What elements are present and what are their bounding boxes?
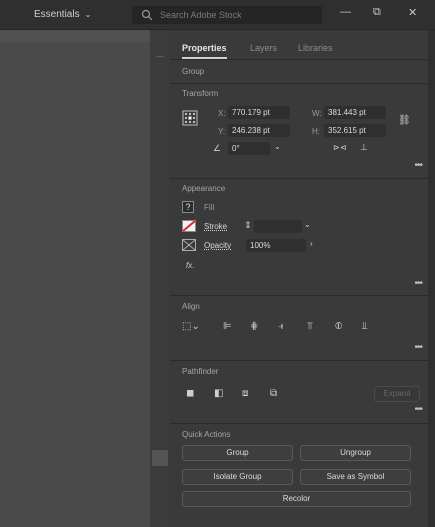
close-button[interactable]: ✕ bbox=[408, 6, 417, 19]
recolor-button[interactable]: Recolor bbox=[182, 491, 411, 507]
minimize-button[interactable]: — bbox=[340, 6, 351, 18]
panel-dock-strip: — bbox=[150, 30, 170, 527]
align-horizontal-center-icon[interactable]: ⋕ bbox=[250, 322, 258, 332]
stock-search[interactable]: Search Adobe Stock bbox=[132, 6, 322, 24]
save-as-symbol-button[interactable]: Save as Symbol bbox=[300, 469, 411, 485]
group-button[interactable]: Group bbox=[182, 445, 293, 461]
fx-effects-button[interactable]: fx. bbox=[186, 261, 194, 270]
divider bbox=[170, 423, 428, 424]
opacity-checker-icon bbox=[182, 239, 196, 251]
workspace-label: Essentials bbox=[34, 9, 80, 20]
expand-button[interactable]: Expand bbox=[374, 386, 420, 402]
panel-scrollbar[interactable] bbox=[428, 30, 435, 527]
x-label: X: bbox=[218, 109, 226, 118]
properties-panel: Properties Layers Libraries Group Transf… bbox=[170, 30, 428, 527]
tab-libraries[interactable]: Libraries bbox=[298, 43, 333, 53]
quick-actions-title: Quick Actions bbox=[182, 430, 231, 439]
w-field[interactable]: 381.443 pt bbox=[324, 106, 386, 119]
object-type-label: Group bbox=[182, 67, 205, 76]
x-field[interactable]: 770.179 pt bbox=[228, 106, 290, 119]
align-right-icon[interactable]: ⫣ bbox=[278, 322, 284, 332]
reference-point-icon[interactable] bbox=[182, 110, 198, 126]
fill-label: Fill bbox=[204, 203, 215, 212]
flip-horizontal-icon[interactable]: ⊳⊲ bbox=[333, 144, 346, 152]
align-title: Align bbox=[182, 302, 200, 311]
app-bar: Essentials ⌄ Search Adobe Stock — ⧉ ✕ bbox=[0, 0, 435, 30]
w-label: W: bbox=[312, 109, 322, 118]
panel-tabs: Properties Layers Libraries bbox=[170, 38, 428, 60]
divider bbox=[170, 360, 428, 361]
more-options-icon[interactable]: ••• bbox=[414, 160, 422, 171]
divider bbox=[170, 295, 428, 296]
ungroup-button[interactable]: Ungroup bbox=[300, 445, 411, 461]
fill-swatch[interactable]: ? bbox=[182, 201, 194, 213]
workspace-switcher[interactable]: Essentials ⌄ bbox=[34, 9, 91, 20]
search-icon bbox=[141, 9, 153, 21]
align-to-selection-icon[interactable]: ⬚⌄ bbox=[182, 322, 200, 332]
flip-vertical-icon[interactable]: ⊥ bbox=[360, 143, 368, 152]
more-options-icon[interactable]: ••• bbox=[414, 278, 422, 289]
tab-layers[interactable]: Layers bbox=[250, 43, 277, 53]
more-options-icon[interactable]: ••• bbox=[414, 404, 422, 415]
exclude-icon[interactable]: ⧉ bbox=[270, 389, 277, 399]
align-left-icon[interactable]: ⊫ bbox=[223, 322, 232, 332]
align-bottom-icon[interactable]: ⫫ bbox=[362, 322, 368, 332]
isolate-group-button[interactable]: Isolate Group bbox=[182, 469, 293, 485]
align-top-icon[interactable]: ⫪ bbox=[307, 322, 313, 332]
canvas-area[interactable] bbox=[0, 30, 150, 527]
h-label: H: bbox=[312, 127, 320, 136]
chevron-down-icon: ⌄ bbox=[84, 10, 92, 19]
transform-title: Transform bbox=[182, 89, 219, 98]
rotate-angle-field[interactable]: 0° bbox=[228, 142, 270, 155]
h-field[interactable]: 352.615 pt bbox=[324, 124, 386, 137]
stroke-label[interactable]: Stroke bbox=[204, 222, 227, 231]
divider bbox=[170, 83, 428, 84]
divider bbox=[170, 178, 428, 179]
stroke-swatch-none-icon[interactable] bbox=[182, 220, 196, 232]
rotate-angle-icon: ∠ bbox=[213, 143, 222, 153]
unite-icon[interactable]: ◼ bbox=[186, 389, 194, 399]
chevron-down-icon[interactable]: ⌄ bbox=[274, 143, 281, 151]
search-placeholder: Search Adobe Stock bbox=[160, 10, 242, 20]
chevron-down-icon[interactable]: ⌄ bbox=[304, 221, 311, 229]
pathfinder-title: Pathfinder bbox=[182, 367, 219, 376]
align-vertical-center-icon[interactable]: ⦶ bbox=[335, 322, 342, 332]
intersect-icon[interactable]: ⧈ bbox=[242, 389, 248, 399]
constrain-proportions-icon[interactable]: ⛓ bbox=[398, 116, 411, 126]
y-field[interactable]: 246.238 pt bbox=[228, 124, 290, 137]
y-label: Y: bbox=[218, 127, 226, 136]
more-options-icon[interactable]: ••• bbox=[414, 342, 422, 353]
opacity-label[interactable]: Opacity bbox=[204, 241, 231, 250]
minus-front-icon[interactable]: ◧ bbox=[214, 389, 223, 399]
canvas-header-strip bbox=[0, 30, 150, 42]
grip-icon[interactable]: — bbox=[156, 52, 164, 61]
dock-scroll-handle[interactable] bbox=[152, 450, 168, 466]
opacity-field[interactable]: 100% bbox=[246, 239, 306, 252]
stroke-weight-stepper-icon[interactable]: ⇕ bbox=[244, 221, 252, 230]
restore-button[interactable]: ⧉ bbox=[373, 6, 381, 19]
stroke-weight-field[interactable] bbox=[254, 220, 302, 233]
appearance-title: Appearance bbox=[182, 184, 226, 193]
tab-properties[interactable]: Properties bbox=[182, 43, 227, 59]
chevron-right-icon[interactable]: › bbox=[310, 240, 313, 248]
